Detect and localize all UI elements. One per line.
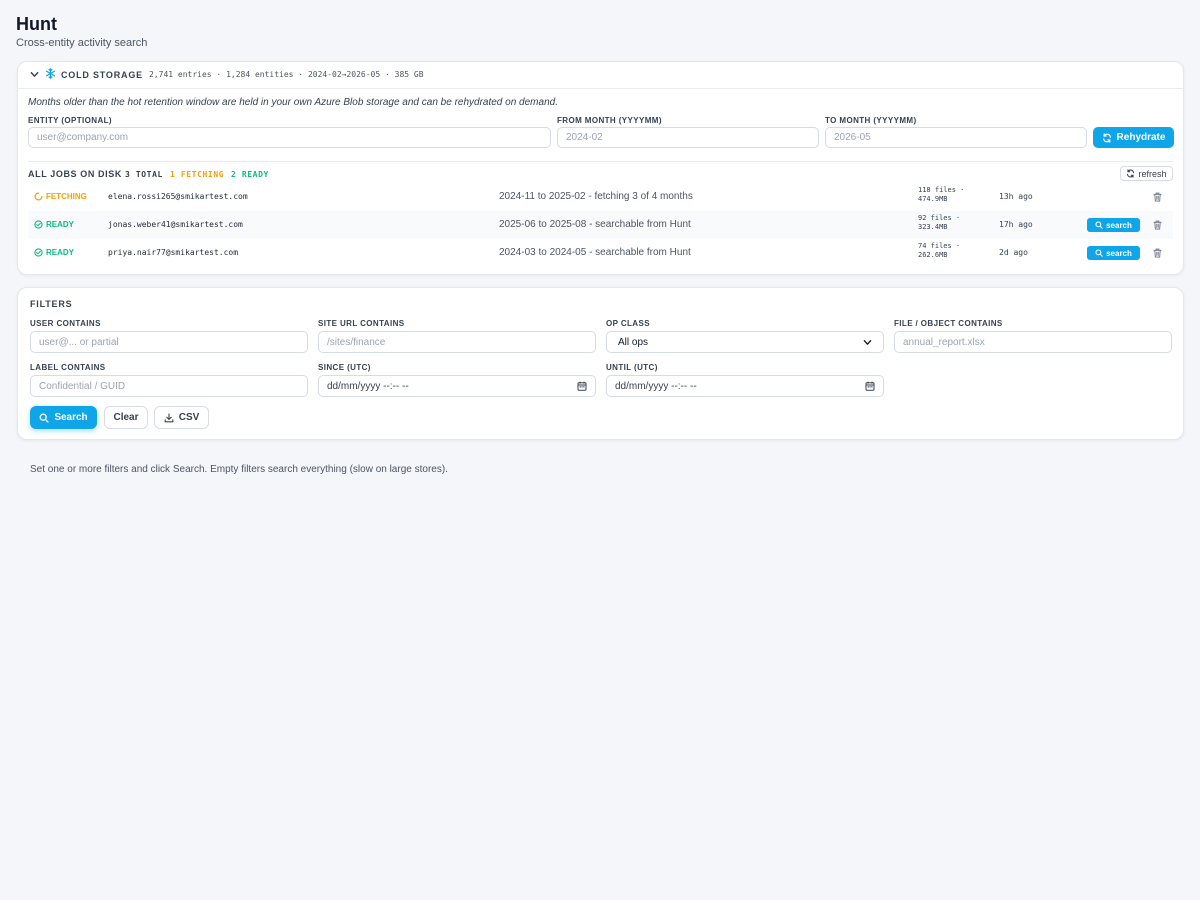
job-file-count: 92 files · (918, 214, 961, 222)
csv-export-button[interactable]: CSV (154, 406, 209, 429)
page-title: Hunt (16, 14, 57, 34)
calendar-icon[interactable] (865, 381, 875, 391)
clear-button[interactable]: Clear (104, 406, 148, 429)
since-datetime-input[interactable]: dd/mm/yyyy --:-- -- (318, 375, 596, 397)
job-search-label: search (1106, 248, 1132, 258)
user-contains-label: USER CONTAINS (30, 319, 101, 328)
job-email: jonas.weber41@smikartest.com (108, 220, 243, 229)
cold-storage-panel: COLD STORAGE 2,741 entries · 1,284 entit… (17, 61, 1184, 275)
job-age: 13h ago (999, 192, 1033, 201)
rehydrate-label: Rehydrate (1116, 132, 1166, 143)
cold-storage-stats: 2,741 entries · 1,284 entities · 2024-02… (149, 70, 424, 79)
cold-storage-header[interactable]: COLD STORAGE 2,741 entries · 1,284 entit… (18, 62, 1183, 89)
csv-label: CSV (178, 412, 200, 423)
check-circle-icon (34, 248, 43, 257)
jobs-title: ALL JOBS ON DISK (28, 169, 122, 179)
until-datetime-input[interactable]: dd/mm/yyyy --:-- -- (606, 375, 884, 397)
file-object-input[interactable] (894, 331, 1172, 353)
job-size: 474.9MB (918, 195, 948, 203)
download-icon (164, 412, 174, 422)
cold-storage-note: Months older than the hot retention wind… (28, 97, 558, 108)
job-row: FETCHING elena.rossi265@smikartest.com 2… (28, 183, 1173, 211)
refresh-icon (1102, 132, 1111, 143)
job-status-ready: READY (34, 220, 74, 229)
job-email: priya.nair77@smikartest.com (108, 248, 239, 257)
until-value: dd/mm/yyyy --:-- -- (615, 380, 697, 392)
site-url-label: SITE URL CONTAINS (318, 319, 405, 328)
op-class-label: OP CLASS (606, 319, 650, 328)
label-contains-input[interactable] (30, 375, 308, 397)
op-class-value: All ops (618, 336, 649, 348)
from-month-input[interactable] (557, 127, 819, 148)
job-status-label: READY (46, 248, 75, 257)
job-file-count: 74 files · (918, 242, 961, 250)
job-status-ready: READY (34, 248, 74, 257)
job-age: 17h ago (999, 220, 1033, 229)
job-search-label: search (1106, 220, 1132, 230)
trash-icon[interactable] (1153, 248, 1162, 258)
user-contains-input[interactable] (30, 331, 308, 353)
refresh-jobs-button[interactable]: refresh (1120, 166, 1173, 181)
job-search-button[interactable]: search (1087, 246, 1140, 260)
job-description: 2024-11 to 2025-02 - fetching 3 of 4 mon… (499, 191, 693, 202)
job-description: 2025-06 to 2025-08 - searchable from Hun… (499, 219, 691, 230)
trash-icon[interactable] (1153, 220, 1162, 230)
jobs-total-count: 3 TOTAL (125, 170, 163, 179)
filters-panel: FILTERS USER CONTAINS SITE URL CONTAINS … (17, 287, 1184, 440)
label-contains-label: LABEL CONTAINS (30, 363, 106, 372)
search-label: Search (54, 412, 88, 423)
search-icon (1095, 221, 1103, 229)
search-icon (1095, 249, 1103, 257)
to-month-input[interactable] (825, 127, 1087, 148)
calendar-icon[interactable] (577, 381, 587, 391)
chevron-down-icon[interactable] (30, 70, 39, 79)
filters-title: FILTERS (30, 299, 73, 309)
job-file-stats: 74 files · 262.6MB (918, 242, 978, 260)
job-age: 2d ago (999, 248, 1028, 257)
spinner-icon (34, 192, 43, 201)
job-file-stats: 92 files · 323.4MB (918, 214, 978, 232)
site-url-input[interactable] (318, 331, 596, 353)
op-class-select[interactable]: All ops (606, 331, 884, 353)
job-file-count: 118 files · (918, 186, 965, 194)
job-row: READY jonas.weber41@smikartest.com 2025-… (28, 211, 1173, 239)
page-subtitle: Cross-entity activity search (16, 37, 148, 49)
entity-label: ENTITY (OPTIONAL) (28, 116, 112, 125)
to-month-label: TO MONTH (YYYYMM) (825, 116, 917, 125)
job-description: 2024-03 to 2024-05 - searchable from Hun… (499, 247, 691, 258)
job-file-stats: 118 files · 474.9MB (918, 186, 978, 204)
search-icon (39, 413, 49, 423)
jobs-fetching-count: 1 FETCHING (170, 170, 225, 179)
job-status-label: FETCHING (46, 192, 87, 201)
search-hint: Set one or more filters and click Search… (30, 464, 448, 475)
file-object-label: FILE / OBJECT CONTAINS (894, 319, 1003, 328)
search-button[interactable]: Search (30, 406, 97, 429)
refresh-icon (1127, 169, 1135, 178)
trash-icon[interactable] (1153, 192, 1162, 202)
jobs-ready-count: 2 READY (231, 170, 269, 179)
rehydrate-button[interactable]: Rehydrate (1093, 127, 1174, 148)
entity-input[interactable] (28, 127, 551, 148)
job-status-fetching: FETCHING (34, 192, 87, 201)
job-status-label: READY (46, 220, 75, 229)
chevron-down-icon (863, 339, 872, 345)
job-search-button[interactable]: search (1087, 218, 1140, 232)
from-month-label: FROM MONTH (YYYYMM) (557, 116, 662, 125)
since-label: SINCE (UTC) (318, 363, 371, 372)
section-divider (28, 161, 1173, 162)
snowflake-icon (45, 68, 56, 79)
check-circle-icon (34, 220, 43, 229)
refresh-label: refresh (1138, 168, 1167, 179)
until-label: UNTIL (UTC) (606, 363, 658, 372)
job-size: 262.6MB (918, 251, 948, 259)
job-size: 323.4MB (918, 223, 948, 231)
cold-storage-title: COLD STORAGE (61, 70, 143, 80)
job-row: READY priya.nair77@smikartest.com 2024-0… (28, 239, 1173, 267)
clear-label: Clear (113, 412, 139, 423)
since-value: dd/mm/yyyy --:-- -- (327, 380, 409, 392)
job-email: elena.rossi265@smikartest.com (108, 192, 248, 201)
